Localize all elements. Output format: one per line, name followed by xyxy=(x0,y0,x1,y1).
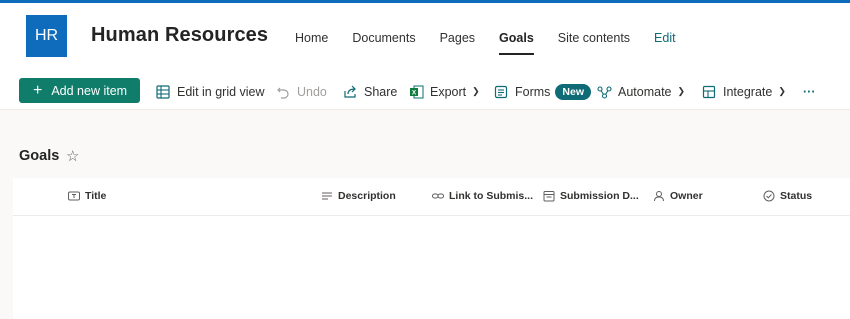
chevron-down-icon: ❯ xyxy=(677,86,686,96)
grid-icon xyxy=(155,84,171,100)
chevron-down-icon: ❯ xyxy=(778,86,786,96)
person-icon xyxy=(653,190,665,202)
edit-grid-view-button[interactable]: Edit in grid view xyxy=(155,79,265,104)
nav-edit[interactable]: Edit xyxy=(642,28,688,48)
integrate-icon xyxy=(701,84,717,100)
svg-text:X: X xyxy=(411,89,416,96)
export-button[interactable]: X Export ❯ xyxy=(408,79,480,104)
command-bar: + Add new item Edit in grid view Undo Sh… xyxy=(0,72,850,110)
column-owner-label: Owner xyxy=(670,190,703,202)
nav-home[interactable]: Home xyxy=(283,28,340,48)
grid-header: Title Description Link to Submis... Subm… xyxy=(13,178,850,216)
new-badge: New xyxy=(555,83,592,100)
column-link-label: Link to Submis... xyxy=(449,190,534,202)
edit-grid-view-label: Edit in grid view xyxy=(177,84,265,99)
excel-icon: X xyxy=(408,84,424,100)
automate-icon xyxy=(596,84,612,100)
multiline-text-icon xyxy=(321,190,333,202)
automate-button[interactable]: Automate ❯ xyxy=(596,79,685,104)
text-field-icon xyxy=(68,190,80,202)
forms-icon xyxy=(493,84,509,100)
site-logo[interactable]: HR xyxy=(26,15,67,57)
check-circle-icon xyxy=(763,190,775,202)
share-button[interactable]: Share xyxy=(342,79,397,104)
chevron-down-icon: ❯ xyxy=(472,86,480,96)
undo-icon xyxy=(275,84,291,100)
automate-label: Automate xyxy=(618,84,672,99)
list-title: Goals xyxy=(19,148,60,164)
nav-goals[interactable]: Goals xyxy=(487,28,546,55)
undo-label: Undo xyxy=(297,84,327,99)
add-new-item-button[interactable]: + Add new item xyxy=(19,78,140,103)
column-title[interactable]: Title xyxy=(68,190,106,202)
plus-icon: + xyxy=(33,81,43,99)
list-grid: Title Description Link to Submis... Subm… xyxy=(13,178,850,319)
star-favorite-icon[interactable]: ☆ xyxy=(66,147,79,165)
more-options-button[interactable]: ··· xyxy=(803,79,816,104)
nav-site-contents[interactable]: Site contents xyxy=(546,28,642,48)
link-icon xyxy=(432,190,444,202)
site-header: HR Human Resources Home Documents Pages … xyxy=(0,3,850,72)
share-icon xyxy=(342,84,358,100)
share-label: Share xyxy=(364,84,398,99)
undo-button[interactable]: Undo xyxy=(275,79,327,104)
add-new-item-label: Add new item xyxy=(51,83,128,98)
integrate-button[interactable]: Integrate ❯ xyxy=(701,79,786,104)
column-title-label: Title xyxy=(85,190,107,202)
column-description-label: Description xyxy=(338,190,396,202)
nav-pages[interactable]: Pages xyxy=(428,28,487,48)
column-submission-date[interactable]: Submission D... xyxy=(543,190,639,202)
export-label: Export xyxy=(430,84,467,99)
column-submission-date-label: Submission D... xyxy=(560,190,639,202)
column-status-label: Status xyxy=(780,190,813,202)
site-nav: Home Documents Pages Goals Site contents… xyxy=(283,28,688,55)
forms-button[interactable]: Forms New xyxy=(493,79,592,104)
column-link-to-submission[interactable]: Link to Submis... xyxy=(432,190,533,202)
column-owner[interactable]: Owner xyxy=(653,190,703,202)
calendar-icon xyxy=(543,190,555,202)
column-description[interactable]: Description xyxy=(321,190,396,202)
nav-documents[interactable]: Documents xyxy=(340,28,427,48)
column-status[interactable]: Status xyxy=(763,190,812,202)
forms-label: Forms xyxy=(515,84,551,99)
integrate-label: Integrate xyxy=(723,84,773,99)
site-title[interactable]: Human Resources xyxy=(91,24,268,47)
